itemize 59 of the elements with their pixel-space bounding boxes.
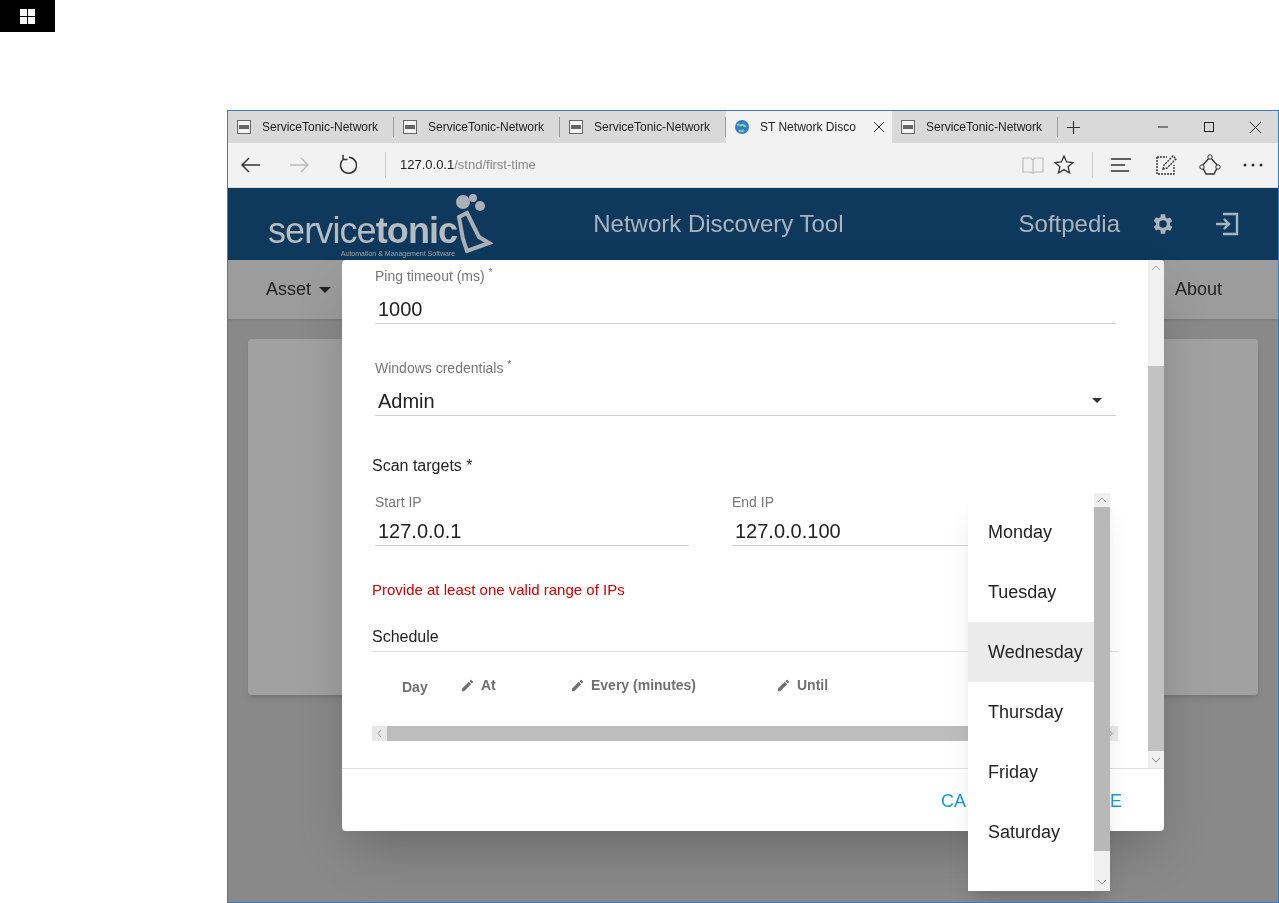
dropdown-option[interactable]: Wednesday [968, 622, 1094, 682]
browser-tab[interactable]: ServiceTonic-Network [560, 117, 726, 137]
nav-item[interactable]: About [1174, 276, 1222, 303]
pdf-file-icon [402, 119, 418, 135]
browser-tab[interactable]: ServiceTonic-Network [228, 117, 394, 137]
column-header[interactable]: At [460, 675, 570, 696]
logo-text: servicetonic [268, 212, 458, 249]
error-message: Provide at least one valid range of IPs [372, 580, 625, 600]
refresh-icon[interactable] [337, 155, 357, 175]
app-title: Network Discovery Tool [593, 209, 844, 239]
browser-tab[interactable]: ST Network Disco [726, 111, 892, 143]
input-field[interactable]: 1000 [375, 294, 1116, 324]
back-icon[interactable] [241, 157, 261, 173]
address-field[interactable]: 127.0.0.1/stnd/first-time [400, 155, 536, 175]
pdf-file-icon [568, 119, 584, 135]
caret-icon [1092, 398, 1102, 403]
browser-tab[interactable]: ServiceTonic-Network [394, 117, 560, 137]
column-header[interactable]: Every (minutes) [570, 675, 776, 696]
user-name[interactable]: Softpedia [1018, 206, 1120, 242]
caret-icon [319, 286, 332, 293]
pencil-icon [460, 678, 475, 693]
input-field[interactable]: 127.0.0.1 [375, 516, 689, 546]
scrollbar-thumb[interactable] [1148, 366, 1164, 751]
section-title: Schedule [372, 626, 439, 647]
tab-title: ServiceTonic-Network [428, 119, 545, 136]
pdf-file-icon [236, 119, 252, 135]
field-label: Ping timeout (ms) $^{*}$ [375, 268, 494, 284]
windows-logo-icon [20, 8, 35, 24]
star-icon[interactable] [1054, 155, 1074, 175]
section-title: Scan targets * [372, 456, 474, 476]
more-icon[interactable] [1243, 163, 1263, 167]
vertical-scrollbar[interactable] [1148, 260, 1164, 768]
pencil-icon [776, 678, 791, 693]
field-label: Start IP [375, 494, 423, 510]
field-label: End IP [732, 494, 776, 510]
reading-view-icon[interactable] [1022, 156, 1044, 174]
tab-title: ST Network Disco [760, 119, 856, 136]
column-header[interactable]: Day [402, 673, 460, 698]
close-tab-icon[interactable] [874, 122, 884, 132]
tab-title: ServiceTonic-Network [926, 119, 1043, 136]
close-icon[interactable] [1249, 121, 1261, 133]
pencil-icon [570, 678, 585, 693]
note-icon[interactable] [1155, 154, 1177, 176]
maximize-icon[interactable] [1204, 122, 1214, 132]
logout-icon[interactable] [1214, 211, 1240, 237]
tab-title: ServiceTonic-Network [594, 119, 711, 136]
globe-icon [734, 119, 750, 135]
browser-tab[interactable]: ServiceTonic-Network [892, 117, 1058, 137]
forward-icon[interactable] [289, 157, 309, 173]
hub-icon[interactable] [1111, 158, 1131, 172]
pdf-file-icon [900, 119, 916, 135]
start-button[interactable] [0, 0, 55, 32]
column-header[interactable]: Until [776, 675, 896, 696]
tab-title: ServiceTonic-Network [262, 119, 379, 136]
select-field[interactable]: Admin [375, 386, 1116, 416]
nav-item[interactable]: Asset [266, 276, 332, 303]
field-label: Windows credentials $^{*}$ [375, 360, 513, 376]
new-tab-icon[interactable] [1066, 120, 1080, 134]
share-icon[interactable] [1199, 154, 1221, 176]
